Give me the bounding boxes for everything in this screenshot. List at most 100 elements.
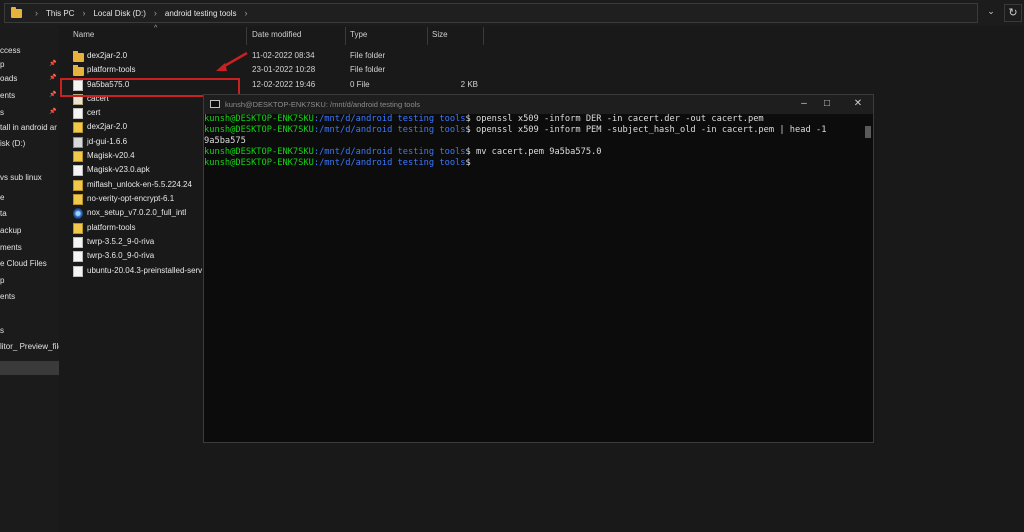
breadcrumb-this-pc[interactable]: This PC	[46, 9, 74, 18]
sidebar-item[interactable]	[0, 361, 59, 375]
pin-icon: 📌	[49, 92, 57, 98]
sidebar-item-label: ents	[0, 91, 16, 100]
file-name: Magisk-v20.4	[87, 151, 135, 160]
terminal-titlebar[interactable]: kunsh@DESKTOP-ENK7SKU: /mnt/d/android te…	[204, 95, 873, 114]
file-type: 0 File	[350, 80, 370, 89]
file-icon	[73, 266, 83, 277]
prompt-user: kunsh@DESKTOP-ENK7SKU	[204, 147, 314, 157]
breadcrumb-android-testing-tools[interactable]: android testing tools	[165, 9, 237, 18]
sidebar-item-label: litor_ Preview_file	[0, 342, 59, 351]
file-name: twrp-3.6.0_9-0-riva	[87, 251, 155, 260]
column-header-name[interactable]: Name	[73, 30, 94, 44]
file-date: 11-02-2022 08:34	[252, 51, 315, 60]
sidebar-item[interactable]: p	[0, 276, 4, 290]
breadcrumb-local-disk[interactable]: Local Disk (D:)	[93, 9, 145, 18]
terminal-line: kunsh@DESKTOP-ENK7SKU:/mnt/d/android tes…	[204, 125, 864, 136]
sidebar-item[interactable]: tall in android ar	[0, 123, 57, 137]
column-header-type[interactable]: Type	[350, 30, 367, 44]
annotation-arrow-icon	[216, 51, 248, 71]
sidebar-item-label: isk (D:)	[0, 139, 26, 148]
minimize-button[interactable]: –	[796, 97, 812, 111]
sidebar-item-label: e Cloud Files	[0, 259, 47, 268]
chevron-right-icon[interactable]: ›	[82, 8, 85, 18]
file-name: platform-tools	[87, 65, 136, 74]
terminal-line: kunsh@DESKTOP-ENK7SKU:/mnt/d/android tes…	[204, 147, 864, 158]
chevron-down-icon[interactable]: ⌄	[984, 6, 998, 20]
file-icon	[73, 237, 83, 248]
sidebar-item[interactable]: vs sub linux	[0, 173, 42, 187]
column-divider[interactable]	[427, 27, 428, 45]
zip-archive-icon	[73, 122, 83, 133]
chevron-right-icon[interactable]: ›	[245, 8, 248, 18]
file-name: cert	[87, 108, 101, 117]
jar-file-icon	[73, 137, 83, 148]
installer-icon	[73, 208, 83, 219]
sidebar-item-label: p	[0, 60, 5, 69]
sidebar-item[interactable]: ccess	[0, 46, 20, 60]
close-button[interactable]: ✕	[850, 97, 866, 111]
navigation-pane: ccess p 📌 oads 📌 ents 📌 s 📌 tall in android ar isk…	[0, 26, 59, 532]
file-name: dex2jar-2.0	[87, 122, 128, 131]
sidebar-item[interactable]: ta	[0, 209, 7, 223]
sidebar-item-label: vs sub linux	[0, 173, 42, 182]
sidebar-item[interactable]: ackup	[0, 226, 21, 240]
sidebar-item[interactable]: isk (D:)	[0, 139, 25, 153]
sidebar-item[interactable]: litor_ Preview_file	[0, 342, 59, 356]
column-header-date[interactable]: Date modified	[252, 30, 301, 44]
file-icon	[73, 108, 83, 119]
terminal-output[interactable]: kunsh@DESKTOP-ENK7SKU:/mnt/d/android tes…	[204, 114, 864, 442]
pin-icon: 📌	[49, 75, 57, 81]
sidebar-item[interactable]: ents 📌	[0, 91, 56, 105]
command-text: $ mv cacert.pem 9a5ba575.0	[465, 147, 602, 157]
column-divider[interactable]	[483, 27, 484, 45]
file-row[interactable]: platform-tools 23-01-2022 10:28 File folde…	[70, 64, 500, 78]
column-divider[interactable]	[345, 27, 346, 45]
file-name: nox_setup_v7.0.2.0_full_intl	[87, 208, 187, 217]
sidebar-item[interactable]: e Cloud Files	[0, 259, 47, 273]
address-box[interactable]: › This PC › Local Disk (D:) › android te…	[4, 3, 978, 23]
refresh-icon[interactable]: ↻	[1004, 4, 1022, 22]
file-icon	[73, 251, 83, 262]
file-name: ubuntu-20.04.3-preinstalled-serv	[87, 266, 203, 275]
column-header-size[interactable]: Size	[432, 30, 448, 44]
prompt-user: kunsh@DESKTOP-ENK7SKU	[204, 158, 314, 168]
sidebar-item-label: ents	[0, 292, 16, 301]
zip-archive-icon	[73, 223, 83, 234]
file-name: miflash_unlock-en-5.5.224.24	[87, 180, 192, 189]
terminal-line: kunsh@DESKTOP-ENK7SKU:/mnt/d/android tes…	[204, 114, 864, 125]
folder-icon	[73, 65, 84, 76]
terminal-scrollbar[interactable]	[865, 126, 871, 138]
terminal-line: 9a5ba575	[204, 136, 864, 147]
zip-archive-icon	[73, 194, 83, 205]
command-text: $ openssl x509 -inform DER -in cacert.de…	[465, 114, 764, 124]
maximize-button[interactable]: □	[819, 97, 835, 111]
prompt-path: :/mnt/d/android testing tools	[313, 147, 466, 157]
sidebar-item[interactable]: ments	[0, 243, 22, 257]
file-date: 23-01-2022 10:28	[252, 65, 316, 74]
folder-icon	[73, 51, 84, 62]
pin-icon: 📌	[49, 61, 57, 67]
column-divider[interactable]	[246, 27, 247, 45]
file-type: File folder	[350, 51, 386, 60]
sidebar-item[interactable]: s 📌	[0, 108, 56, 122]
prompt-path: :/mnt/d/android testing tools	[313, 158, 466, 168]
sidebar-item-label: ackup	[0, 226, 22, 235]
sidebar-item[interactable]: e	[0, 193, 4, 207]
file-name: twrp-3.5.2_9-0-riva	[87, 237, 155, 246]
command-text: $	[465, 158, 471, 168]
sidebar-item[interactable]: p 📌	[0, 60, 56, 74]
terminal-window[interactable]: kunsh@DESKTOP-ENK7SKU: /mnt/d/android te…	[203, 94, 874, 443]
chevron-right-icon[interactable]: ›	[35, 8, 38, 18]
sidebar-item[interactable]: oads 📌	[0, 74, 56, 88]
file-row[interactable]: dex2jar-2.0 11-02-2022 08:34 File folder	[70, 50, 500, 64]
sidebar-item[interactable]: s	[0, 326, 4, 340]
file-name: jd-gui-1.6.6	[87, 137, 128, 146]
chevron-right-icon[interactable]: ›	[154, 8, 157, 18]
terminal-app-icon	[210, 100, 220, 108]
sidebar-item-label: s	[0, 108, 4, 117]
sidebar-item[interactable]: ents	[0, 292, 15, 306]
file-name: Magisk-v23.0.apk	[87, 165, 150, 174]
zip-archive-icon	[73, 180, 83, 191]
sidebar-item-label: tall in android ar	[0, 123, 57, 132]
file-date: 12-02-2022 19:46	[252, 80, 316, 89]
